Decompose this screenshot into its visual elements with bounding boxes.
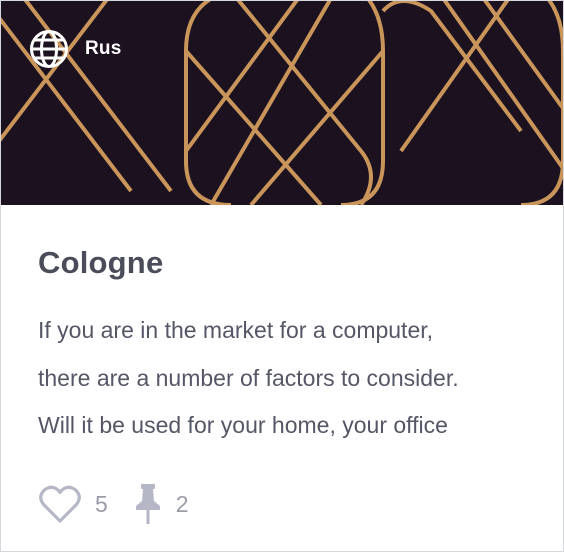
card-excerpt: If you are in the market for a computer,… bbox=[38, 307, 538, 450]
pin-count: 2 bbox=[175, 490, 189, 517]
globe-icon bbox=[30, 30, 68, 68]
excerpt-line: Will it be used for your home, your offi… bbox=[38, 412, 448, 438]
language-label: Rus bbox=[85, 38, 122, 59]
card-cover-image: Rus bbox=[1, 1, 563, 205]
article-card[interactable]: Rus Cologne If you are in the market for… bbox=[0, 0, 564, 552]
language-badge[interactable]: Rus bbox=[29, 29, 122, 69]
heart-icon bbox=[39, 485, 81, 523]
excerpt-line: there are a number of factors to conside… bbox=[38, 364, 459, 391]
pin-icon bbox=[135, 484, 160, 524]
card-stats: 5 2 bbox=[39, 483, 189, 525]
card-title[interactable]: Cologne bbox=[38, 245, 163, 281]
excerpt-line: If you are in the market for a computer, bbox=[38, 317, 434, 343]
like-count: 5 bbox=[95, 490, 108, 517]
like-button[interactable]: 5 bbox=[39, 484, 108, 524]
pin-button[interactable]: 2 bbox=[134, 483, 189, 525]
